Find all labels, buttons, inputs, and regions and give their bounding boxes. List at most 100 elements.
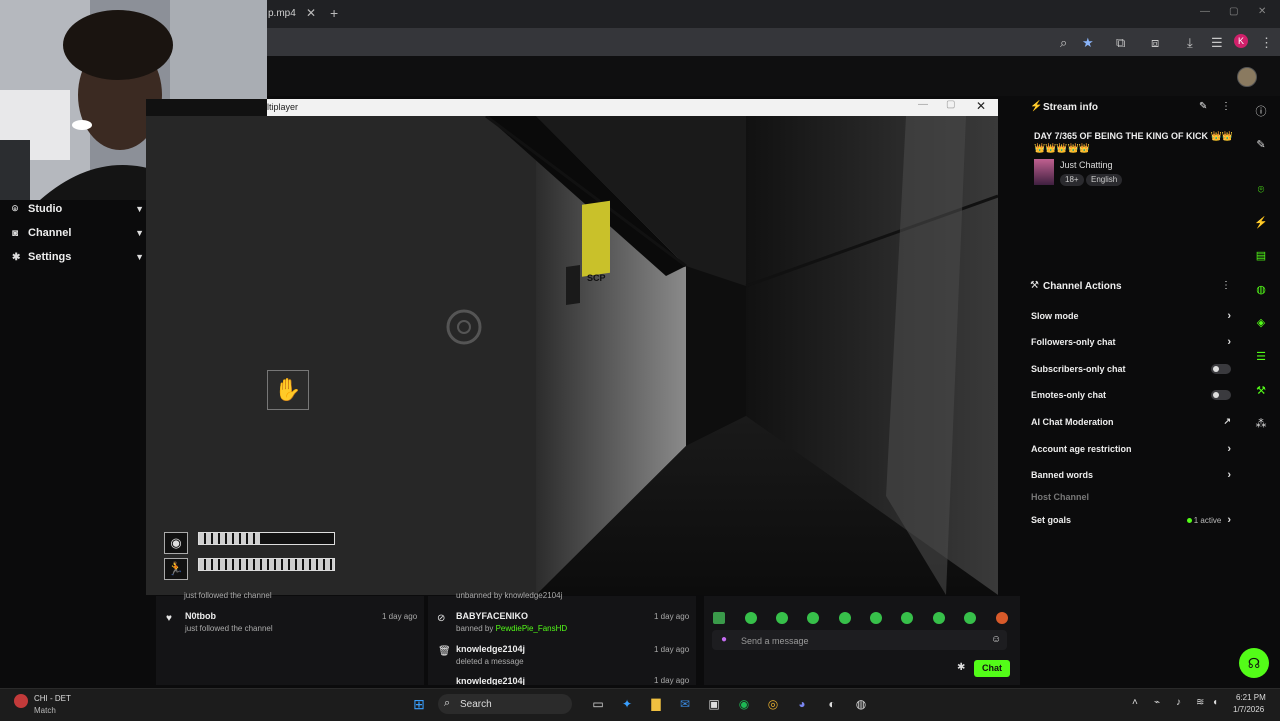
download-icon[interactable]: ⤓: [1187, 35, 1193, 51]
feed-username[interactable]: N0tbob: [185, 611, 216, 621]
zoom-icon[interactable]: ⌕: [1060, 35, 1067, 51]
nav-item-channel[interactable]: ◙ Channel ▼: [12, 223, 148, 243]
game-scene[interactable]: SCP: [146, 116, 998, 595]
weather-widget-title[interactable]: CHI - DET: [34, 694, 71, 703]
store-icon[interactable]: ▣: [706, 696, 722, 712]
emote-icon[interactable]: [870, 612, 882, 624]
copilot-icon[interactable]: ✦: [619, 696, 635, 712]
hand-interact-icon[interactable]: ✋: [267, 370, 309, 410]
emote-icon[interactable]: [776, 612, 788, 624]
chat-input-placeholder[interactable]: Send a message: [741, 636, 809, 646]
taskbar-search[interactable]: ⌕ Search: [438, 694, 572, 714]
emote-icon[interactable]: [996, 612, 1008, 624]
action-account-age[interactable]: Account age restriction ›: [1031, 443, 1231, 455]
file-explorer-icon[interactable]: ▇: [648, 696, 664, 712]
emotes-only-toggle[interactable]: [1211, 390, 1231, 400]
feed-username[interactable]: knowledge2104j: [456, 644, 525, 654]
support-chat-icon[interactable]: ☊: [1239, 648, 1269, 678]
window-close-icon[interactable]: ✕: [1258, 6, 1266, 17]
task-view-icon[interactable]: ▭: [590, 696, 606, 712]
action-slow-mode[interactable]: Slow mode ›: [1031, 310, 1231, 322]
category-thumbnail[interactable]: [1034, 159, 1054, 185]
chrome-icon[interactable]: ◎: [765, 696, 781, 712]
sports-widget-icon[interactable]: [14, 694, 28, 708]
info-icon[interactable]: ⓘ: [1251, 102, 1271, 122]
nav-item-settings[interactable]: ✱ Settings ▼: [12, 247, 148, 267]
clock-time[interactable]: 6:21 PM: [1236, 693, 1266, 702]
emote-icon[interactable]: [964, 612, 976, 624]
emoji-icon[interactable]: ☺: [991, 634, 1001, 645]
clock-date[interactable]: 1/7/2026: [1233, 705, 1264, 714]
nav-item-label: Channel: [28, 227, 72, 239]
feed-username[interactable]: knowledge2104j: [456, 676, 525, 685]
windows-start-icon[interactable]: ⊞: [411, 696, 427, 712]
obs-icon[interactable]: ◐: [824, 696, 840, 712]
apps-icon[interactable]: ⁂: [1251, 414, 1271, 434]
left-nav: [0, 200, 148, 685]
mic-tray-icon[interactable]: ♪: [1176, 697, 1181, 708]
volume-icon[interactable]: ◖: [1212, 697, 1218, 708]
more-options-icon[interactable]: ⋮: [1221, 101, 1231, 112]
spotify-icon[interactable]: ◉: [736, 696, 752, 712]
game-close-icon[interactable]: ✕: [976, 99, 986, 113]
chat-settings-icon[interactable]: ✱: [957, 662, 965, 673]
maximize-icon[interactable]: ▢: [1229, 6, 1238, 17]
microphone-icon[interactable]: ●: [721, 634, 727, 645]
media-icon[interactable]: ☰: [1211, 35, 1223, 51]
emote-icon[interactable]: [745, 612, 757, 624]
action-banned-words[interactable]: Banned words ›: [1031, 469, 1231, 481]
category-name[interactable]: Just Chatting: [1060, 160, 1113, 170]
bolt-icon[interactable]: ⚡: [1251, 213, 1271, 233]
bookmark-star-icon[interactable]: ★: [1082, 35, 1094, 51]
action-emotes-only[interactable]: Emotes-only chat: [1031, 390, 1231, 400]
discord-icon[interactable]: ◕: [794, 696, 810, 712]
emote-icon[interactable]: [901, 612, 913, 624]
document-icon[interactable]: ▤: [1251, 246, 1271, 266]
emote-icon[interactable]: [933, 612, 945, 624]
minimize-icon[interactable]: —: [1200, 6, 1210, 17]
pencil-icon[interactable]: ✎: [1251, 135, 1271, 155]
network-icon[interactable]: ⌁: [1154, 697, 1160, 708]
browser-menu-icon[interactable]: ⋮: [1260, 35, 1273, 51]
edit-icon[interactable]: ✎: [1199, 101, 1207, 112]
search-icon: ⌕: [444, 697, 451, 709]
game-maximize-icon[interactable]: ▢: [946, 99, 955, 110]
subscribers-only-toggle[interactable]: [1211, 364, 1231, 374]
action-host-channel[interactable]: Host Channel: [1031, 492, 1231, 502]
action-subscribers-only[interactable]: Subscribers-only chat: [1031, 364, 1231, 374]
nav-item-studio[interactable]: ⌾ Studio ▼: [12, 199, 148, 219]
chat-send-button[interactable]: Chat: [974, 660, 1010, 677]
tab-close-icon[interactable]: ✕: [306, 6, 316, 20]
emote-icon[interactable]: [713, 612, 725, 624]
tray-overflow-icon[interactable]: ˄: [1132, 697, 1138, 708]
new-tab-icon[interactable]: +: [330, 5, 338, 21]
extensions-icon[interactable]: ⧉: [1116, 35, 1125, 51]
cast-icon[interactable]: ⧈: [1151, 35, 1159, 51]
game-minimize-icon[interactable]: —: [918, 99, 928, 110]
action-followers-only[interactable]: Followers-only chat ›: [1031, 336, 1231, 348]
profile-avatar[interactable]: K: [1234, 34, 1248, 48]
outlook-icon[interactable]: ✉: [677, 696, 693, 712]
more-options-icon[interactable]: ⋮: [1221, 280, 1231, 291]
feed-cutoff-text: just followed the channel: [184, 591, 272, 600]
emote-icon[interactable]: [839, 612, 851, 624]
wifi-icon[interactable]: ≋: [1196, 697, 1204, 708]
feed-username[interactable]: BABYFACENIKO: [456, 611, 528, 621]
chat-icon[interactable]: ◍: [1251, 280, 1271, 300]
emote-icon[interactable]: [807, 612, 819, 624]
broadcast-icon[interactable]: ◈: [1251, 313, 1271, 333]
external-link-icon: ↗: [1223, 416, 1231, 426]
tools-icon[interactable]: ⚒: [1251, 381, 1271, 401]
game-window-titlebar[interactable]: [267, 99, 998, 116]
browser-tab-title[interactable]: p.mp4: [268, 8, 296, 19]
widget-icon[interactable]: ⌾: [1251, 180, 1271, 200]
list-icon[interactable]: ☰: [1251, 347, 1271, 367]
weather-widget-sub[interactable]: Match: [34, 706, 56, 715]
action-set-goals[interactable]: Set goals 1 active ›: [1031, 514, 1231, 526]
feed-time: 1 day ago: [654, 676, 690, 685]
follower-feed: [156, 596, 424, 685]
action-ai-moderation[interactable]: AI Chat Moderation ↗: [1031, 416, 1231, 427]
steam-icon[interactable]: ◍: [853, 696, 869, 712]
goal-status: 1 active: [1186, 516, 1221, 525]
user-avatar[interactable]: [1237, 67, 1257, 87]
